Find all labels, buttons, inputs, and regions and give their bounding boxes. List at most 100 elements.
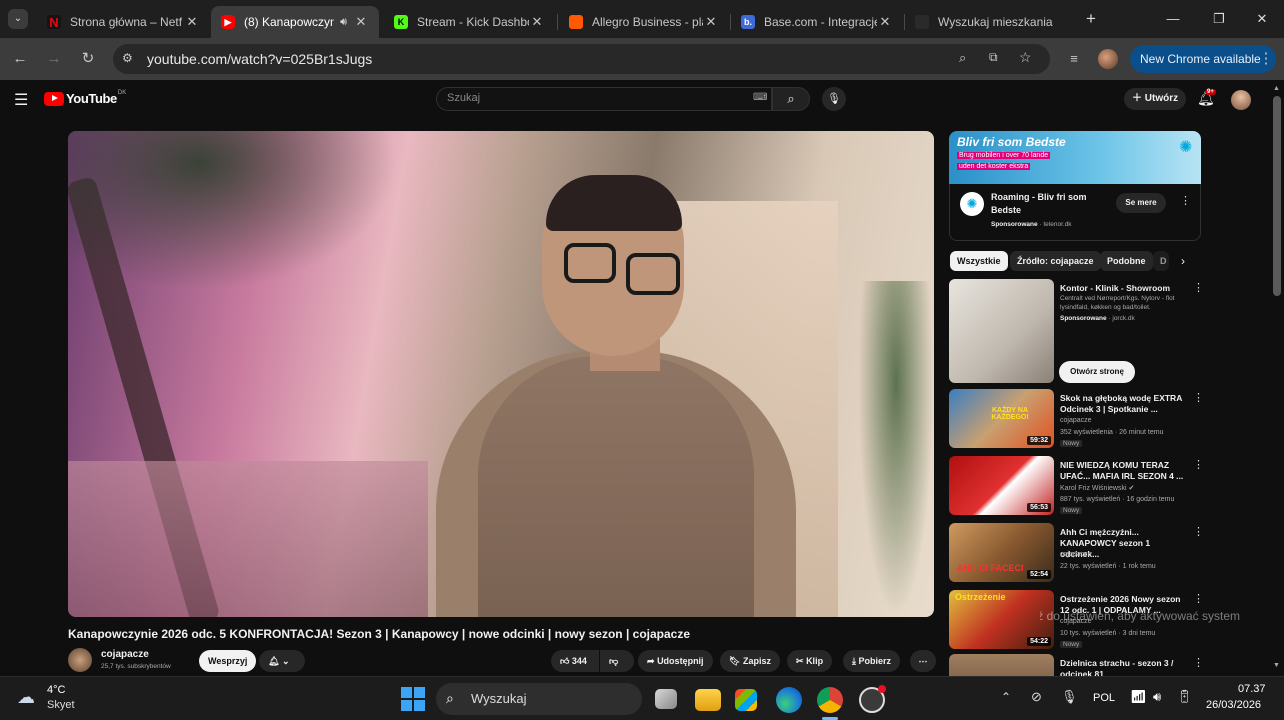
keyboard-icon[interactable]: ⌨	[753, 92, 767, 103]
support-button[interactable]: Wesprzyj	[199, 650, 257, 672]
close-tab-icon[interactable]: ✕	[353, 14, 369, 30]
create-button[interactable]: ＋ Utwórz	[1124, 88, 1186, 110]
search-button[interactable]: ⌕	[772, 87, 810, 111]
related-video[interactable]: AHH CI FACECI 52:54 Ahh Ci mężczyźni... …	[949, 523, 1204, 585]
glasses-right-lens	[626, 253, 680, 295]
video-more-icon[interactable]: ⋮	[1193, 525, 1204, 538]
video-channel[interactable]: Karol Friz Wiśniewski ✔	[1060, 484, 1134, 492]
clip-button[interactable]: ✂ Klip	[787, 650, 833, 672]
address-bar[interactable]: ⚙ youtube.com/watch?v=025Br1sJugs ⌕ ⧉ ☆	[113, 44, 1050, 74]
video-player[interactable]	[68, 131, 934, 617]
close-tab-icon[interactable]: ✕	[529, 14, 545, 30]
promo-domain: jorck.dk	[1112, 315, 1135, 322]
browser-toolbar: ← → ↻ ⚙ youtube.com/watch?v=025Br1sJugs …	[0, 38, 1284, 80]
clock-time[interactable]: 07.37	[1238, 683, 1266, 695]
share-button[interactable]: ➦ Udostępnij	[638, 650, 713, 672]
chrome-browser-icon-active[interactable]	[817, 687, 843, 713]
save-button[interactable]: 🔖︎ Zapisz	[720, 650, 780, 672]
close-tab-icon[interactable]: ✕	[877, 14, 893, 30]
tab-kick[interactable]: K Stream - Kick Dashbo ✕	[384, 6, 555, 38]
close-tab-icon[interactable]: ✕	[184, 14, 200, 30]
download-button[interactable]: ⤓ Pobierz	[843, 650, 901, 672]
close-window-button[interactable]: ✕	[1246, 8, 1278, 30]
edge-browser-icon[interactable]	[776, 687, 802, 713]
weather-cloud-icon[interactable]: ☁	[17, 687, 35, 708]
bookmark-star-icon[interactable]: ☆	[1019, 49, 1032, 66]
like-button[interactable]: 👍︎ 344	[551, 650, 599, 672]
ad-cta-button[interactable]: Se mere	[1116, 193, 1166, 213]
tab-search-button[interactable]: ⌄	[8, 9, 28, 29]
related-video[interactable]: 56:53 NIE WIEDZĄ KOMU TERAZ UFAĆ... MAFI…	[949, 456, 1204, 518]
promo-open-button[interactable]: Otwórz stronę	[1059, 361, 1135, 383]
tab-youtube-active[interactable]: ▶ (8) Kanapowczyni 🔊︎ ✕	[211, 6, 379, 38]
chip-similar[interactable]: Podobne	[1100, 251, 1153, 271]
channel-avatar[interactable]	[68, 648, 92, 672]
task-view-icon[interactable]	[655, 689, 677, 709]
volume-icon[interactable]: 🔊︎	[1153, 689, 1161, 705]
file-explorer-icon[interactable]	[695, 689, 721, 711]
microphone-icon: 🎙︎	[827, 93, 841, 105]
video-more-icon[interactable]: ⋮	[1193, 391, 1204, 404]
more-actions-button[interactable]: ⋯	[910, 650, 936, 672]
video-channel[interactable]: cojapacze	[1060, 551, 1092, 558]
hamburger-menu-icon[interactable]: ☰	[14, 90, 28, 110]
site-info-icon[interactable]: ⚙	[122, 51, 133, 65]
microsoft-store-icon[interactable]	[735, 689, 757, 711]
input-language[interactable]: POL	[1093, 692, 1115, 704]
weather-temp[interactable]: 4°C	[47, 684, 65, 696]
ad-card[interactable]: ✺ Roaming - Bliv fri som Bedste Sponsoro…	[949, 184, 1201, 241]
forward-icon[interactable]: →	[43, 48, 65, 70]
back-icon[interactable]: ←	[9, 48, 31, 70]
clock-date[interactable]: 26/03/2026	[1206, 699, 1261, 711]
related-video[interactable]: KAŻDY NA KAŻDEGO! 59:32 Skok na głęboką …	[949, 389, 1204, 451]
page-scrollbar[interactable]: ▲ ▼	[1270, 80, 1284, 676]
wifi-icon[interactable]: 📶︎	[1130, 689, 1147, 705]
video-more-icon[interactable]: ⋮	[1193, 592, 1204, 605]
tab-base[interactable]: b. Base.com - Integracje ✕	[731, 6, 903, 38]
scroll-up-arrow-icon[interactable]: ▲	[1273, 85, 1280, 92]
tab-allegro[interactable]: Allegro Business - pla ✕	[559, 6, 729, 38]
audio-playing-icon[interactable]: 🔊︎	[340, 16, 347, 29]
video-channel[interactable]: cojapacze	[1060, 417, 1092, 424]
close-tab-icon[interactable]: ✕	[703, 14, 719, 30]
search-input[interactable]: Szukaj ⌨	[436, 87, 772, 111]
reload-icon[interactable]: ↻	[77, 48, 99, 70]
video-more-icon[interactable]: ⋮	[1193, 656, 1201, 669]
ad-banner[interactable]: Bliv fri som Bedste Brug mobilen i over …	[949, 131, 1201, 184]
ad-more-icon[interactable]: ⋮	[1180, 194, 1191, 207]
restore-button[interactable]: ❐	[1203, 8, 1235, 30]
minimize-button[interactable]: —	[1157, 8, 1189, 30]
chip-source-channel[interactable]: Źródło: cojapacze	[1010, 251, 1101, 271]
battery-icon[interactable]: 🔋︎	[1176, 689, 1193, 705]
video-more-icon[interactable]: ⋮	[1193, 458, 1204, 471]
chip-more[interactable]: D	[1153, 251, 1169, 271]
account-avatar[interactable]	[1231, 90, 1251, 110]
search-page-icon[interactable]: ⌕	[959, 50, 966, 66]
menu-kebab-icon[interactable]: ⋮	[1255, 48, 1277, 70]
notification-bell-dropdown[interactable]: 🔔︎ ⌄	[259, 650, 305, 672]
promo-more-icon[interactable]: ⋮	[1193, 281, 1204, 294]
promoted-listing[interactable]: Kontor - Klinik - Showroom Centralt ved …	[949, 279, 1204, 384]
voice-search-button[interactable]: 🎙︎	[822, 87, 846, 111]
scroll-down-arrow-icon[interactable]: ▼	[1273, 662, 1280, 669]
promo-thumbnail	[949, 279, 1054, 383]
new-tab-button[interactable]: +	[1081, 9, 1101, 29]
scrollbar-thumb[interactable]	[1273, 96, 1281, 296]
youtube-logo[interactable]: YouTube DK	[44, 90, 126, 106]
taskbar-search-box[interactable]: ⌕ Wyszukaj	[436, 683, 642, 715]
dislike-button[interactable]: 👎︎	[600, 650, 634, 672]
chevron-right-icon[interactable]: ›	[1181, 254, 1185, 268]
microphone-tray-icon[interactable]: 🎙︎	[1061, 689, 1078, 705]
channel-name[interactable]: cojapacze	[101, 649, 149, 660]
profile-avatar[interactable]	[1098, 49, 1118, 69]
tray-app-icon[interactable]: ⊘	[1031, 689, 1042, 705]
start-windows-icon[interactable]	[401, 687, 425, 711]
cast-icon[interactable]: ⧉	[989, 50, 998, 65]
media-control-icon[interactable]: ≡	[1063, 48, 1085, 70]
chip-all[interactable]: Wszystkie	[950, 251, 1008, 271]
tab-netflix[interactable]: N Strona główna – Netf ✕	[37, 6, 210, 38]
ad-sponsored: Sponsorowane · telenor.dk	[991, 221, 1072, 228]
tab-housing[interactable]: Wyszukaj mieszkania	[905, 6, 1073, 38]
tray-overflow-chevron-icon[interactable]: ⌃	[1001, 690, 1011, 704]
related-video[interactable]: Dzielnica strachu - sezon 3 / odcinek 81…	[949, 654, 1201, 676]
